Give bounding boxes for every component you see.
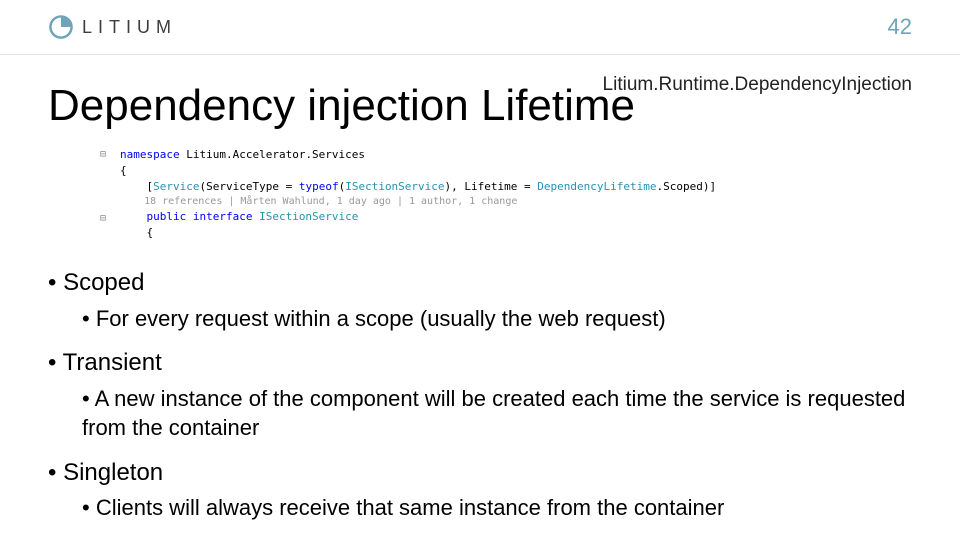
slide-header: LITIUM 42	[0, 0, 960, 55]
bullet-label: Transient	[63, 349, 162, 376]
slide: LITIUM 42 Litium.Runtime.DependencyInjec…	[0, 0, 960, 540]
litium-logo-icon	[48, 14, 74, 40]
bullet-scoped: Scoped For every request within a scope …	[48, 267, 912, 333]
code-attr-p1: (ServiceType =	[199, 180, 298, 193]
namespace-label: Litium.Runtime.DependencyInjection	[603, 74, 912, 96]
code-decl-name: ISectionService	[259, 210, 358, 223]
code-attr-p4: .Scoped)]	[656, 180, 716, 193]
bullet-sub: For every request within a scope (usuall…	[82, 304, 912, 334]
logo-text: LITIUM	[82, 17, 177, 38]
code-attr-service: Service	[153, 180, 199, 193]
slide-title: Dependency injection Lifetime	[0, 55, 960, 141]
code-snippet: ⊟⊟ namespace Litium.Accelerator.Services…	[120, 147, 960, 241]
bullet-singleton: Singleton Clients will always receive th…	[48, 457, 912, 523]
code-attr-open: [	[120, 180, 153, 193]
bullet-transient: Transient A new instance of the componen…	[48, 347, 912, 443]
bullet-sub: A new instance of the component will be …	[82, 384, 912, 443]
bullet-label: Scoped	[63, 269, 144, 296]
code-gutter: ⊟⊟	[100, 147, 106, 243]
code-ns: Litium.Accelerator.Services	[180, 148, 365, 161]
bullet-sub: Clients will always receive that same in…	[82, 493, 912, 523]
code-attr-p3: ), Lifetime =	[445, 180, 538, 193]
code-typeof: typeof	[299, 180, 339, 193]
page-number: 42	[888, 14, 912, 40]
code-brace2: {	[120, 225, 960, 241]
code-brace: {	[120, 163, 960, 179]
code-kw-namespace: namespace	[120, 148, 180, 161]
logo: LITIUM	[48, 14, 177, 40]
bullet-label: Singleton	[63, 459, 163, 486]
code-iface: ISectionService	[345, 180, 444, 193]
code-meta: 18 references | Mårten Wahlund, 1 day ag…	[120, 195, 960, 210]
bullet-list: Scoped For every request within a scope …	[0, 241, 960, 523]
code-enum: DependencyLifetime	[537, 180, 656, 193]
code-decl-pre: public interface	[120, 210, 259, 223]
